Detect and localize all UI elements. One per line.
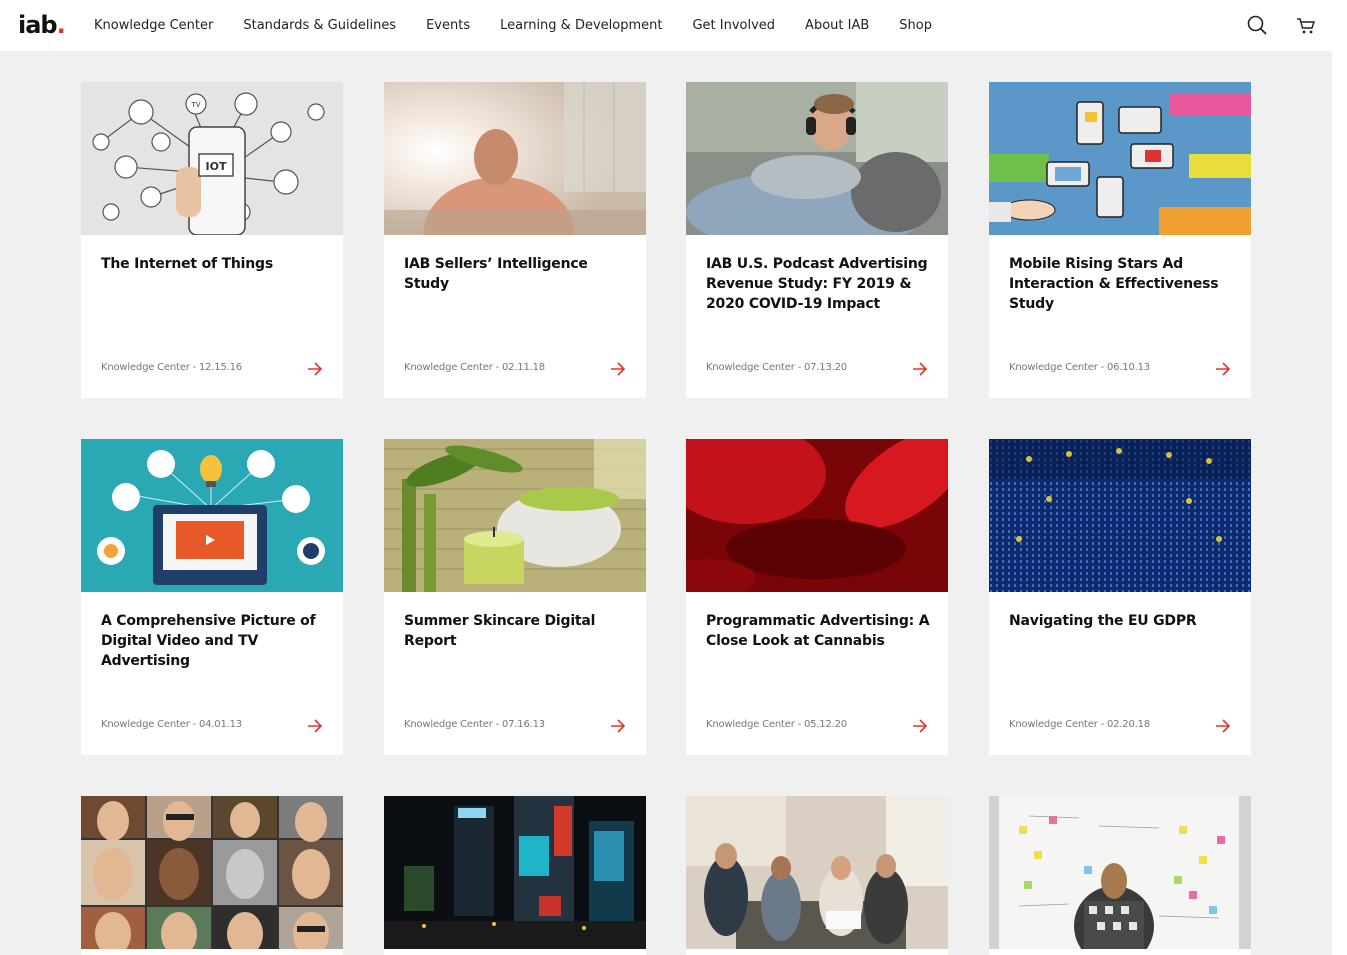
card-title[interactable]: Navigating the EU GDPR <box>1009 611 1241 631</box>
card-meta: Knowledge Center - 04.01.13 <box>101 719 242 730</box>
card-image <box>81 439 343 592</box>
card-internet-of-things[interactable]: IOT TV The Internet of Things Knowledge … <box>81 82 343 398</box>
cart-icon[interactable] <box>1295 14 1317 36</box>
main-nav: Knowledge Center Standards & Guidelines … <box>94 0 962 51</box>
card-sellers-intelligence[interactable]: IAB Sellers’ Intelligence Study Knowledg… <box>384 82 646 398</box>
logo-text: iab <box>18 11 58 39</box>
arrow-right-icon[interactable] <box>912 362 928 376</box>
nav-shop[interactable]: Shop <box>899 18 932 33</box>
card-image <box>686 439 948 592</box>
card-meta: Knowledge Center - 06.10.13 <box>1009 362 1150 373</box>
nav-events[interactable]: Events <box>426 18 470 33</box>
search-icon[interactable] <box>1246 14 1268 36</box>
card-image <box>686 82 948 235</box>
card-title[interactable]: Summer Skincare Digital Report <box>404 611 636 651</box>
card-whiteboard[interactable] <box>989 796 1251 955</box>
nav-about-iab[interactable]: About IAB <box>805 18 869 33</box>
card-image <box>989 796 1251 949</box>
nav-standards-guidelines[interactable]: Standards & Guidelines <box>243 18 396 33</box>
arrow-right-icon[interactable] <box>610 719 626 733</box>
iab-logo[interactable]: iab. <box>18 11 66 39</box>
card-image <box>686 796 948 949</box>
card-title[interactable]: Mobile Rising Stars Ad Interaction & Eff… <box>1009 254 1241 314</box>
logo-dot: . <box>56 11 66 39</box>
arrow-right-icon[interactable] <box>1215 362 1231 376</box>
card-title[interactable]: IAB U.S. Podcast Advertising Revenue Stu… <box>706 254 938 314</box>
nav-get-involved[interactable]: Get Involved <box>692 18 775 33</box>
card-title[interactable]: Programmatic Advertising: A Close Look a… <box>706 611 938 651</box>
card-mobile-rising-stars[interactable]: Mobile Rising Stars Ad Interaction & Eff… <box>989 82 1251 398</box>
card-summer-skincare[interactable]: Summer Skincare Digital Report Knowledge… <box>384 439 646 755</box>
card-image <box>989 439 1251 592</box>
card-programmatic-cannabis[interactable]: Programmatic Advertising: A Close Look a… <box>686 439 948 755</box>
card-meta: Knowledge Center - 05.12.20 <box>706 719 847 730</box>
arrow-right-icon[interactable] <box>307 362 323 376</box>
svg-text:IOT: IOT <box>206 160 227 173</box>
card-image <box>81 796 343 949</box>
arrow-right-icon[interactable] <box>307 719 323 733</box>
card-meta: Knowledge Center - 12.15.16 <box>101 362 242 373</box>
svg-text:TV: TV <box>190 101 200 109</box>
nav-knowledge-center[interactable]: Knowledge Center <box>94 18 213 33</box>
card-image: IOT TV <box>81 82 343 235</box>
card-image <box>384 796 646 949</box>
card-title[interactable]: A Comprehensive Picture of Digital Video… <box>101 611 333 671</box>
card-city-night[interactable] <box>384 796 646 955</box>
card-faces-grid[interactable] <box>81 796 343 955</box>
card-meta: Knowledge Center - 02.20.18 <box>1009 719 1150 730</box>
card-digital-video-tv[interactable]: A Comprehensive Picture of Digital Video… <box>81 439 343 755</box>
card-title[interactable]: IAB Sellers’ Intelligence Study <box>404 254 636 294</box>
knowledge-grid: IOT TV The Internet of Things Knowledge … <box>0 51 1332 955</box>
page-scrollbar[interactable] <box>1332 0 1347 955</box>
nav-learning-development[interactable]: Learning & Development <box>500 18 662 33</box>
arrow-right-icon[interactable] <box>610 362 626 376</box>
card-meeting[interactable] <box>686 796 948 955</box>
top-navigation-bar: iab. Knowledge Center Standards & Guidel… <box>0 0 1332 51</box>
arrow-right-icon[interactable] <box>1215 719 1231 733</box>
card-title[interactable]: The Internet of Things <box>101 254 333 274</box>
card-eu-gdpr[interactable]: Navigating the EU GDPR Knowledge Center … <box>989 439 1251 755</box>
arrow-right-icon[interactable] <box>912 719 928 733</box>
card-meta: Knowledge Center - 02.11.18 <box>404 362 545 373</box>
card-meta: Knowledge Center - 07.13.20 <box>706 362 847 373</box>
card-image <box>384 82 646 235</box>
card-meta: Knowledge Center - 07.16.13 <box>404 719 545 730</box>
card-image <box>989 82 1251 235</box>
card-image <box>384 439 646 592</box>
card-podcast-advertising[interactable]: IAB U.S. Podcast Advertising Revenue Stu… <box>686 82 948 398</box>
